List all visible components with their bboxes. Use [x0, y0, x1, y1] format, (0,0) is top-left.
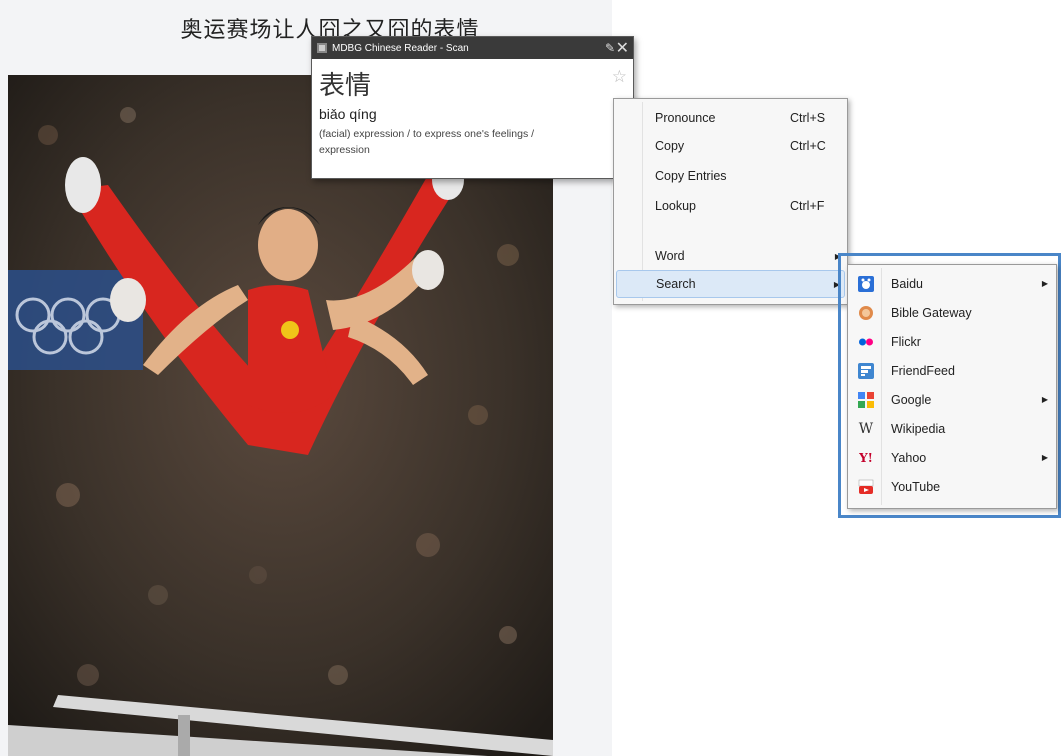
menu-item-lookup[interactable]: Lookup Ctrl+F: [616, 192, 845, 220]
baidu-icon: [858, 276, 874, 292]
submenu-item-flickr[interactable]: Flickr: [848, 327, 1056, 356]
submenu-item-bible-gateway[interactable]: Bible Gateway: [848, 298, 1056, 327]
chevron-right-icon: ▶: [1041, 279, 1048, 288]
friendfeed-icon: [858, 363, 874, 379]
close-icon[interactable]: ✕: [616, 38, 629, 57]
definition-line: expression: [319, 144, 370, 156]
submenu-item-label: Baidu: [891, 276, 923, 291]
menu-item-copy-entries[interactable]: Copy Entries: [616, 162, 845, 190]
flickr-icon: [858, 334, 874, 350]
star-icon[interactable]: ☆: [612, 67, 627, 87]
submenu-item-label: YouTube: [891, 479, 941, 494]
wikipedia-icon: W: [858, 421, 874, 437]
pinyin: biǎo qíng: [319, 106, 377, 122]
context-menu: Pronounce Ctrl+S Copy Ctrl+C Copy Entrie…: [613, 98, 848, 305]
headword: 表情: [319, 71, 372, 101]
chevron-right-icon: ▶: [1041, 453, 1048, 462]
menu-item-copy[interactable]: Copy Ctrl+C: [616, 132, 845, 160]
dictionary-popup[interactable]: MDBG Chinese Reader - Scan ✎ ✕ 表情 ☆ biǎo…: [311, 36, 634, 179]
bible-gateway-icon: [858, 305, 874, 321]
submenu-item-label: Google: [891, 392, 932, 407]
submenu-item-label: Yahoo: [891, 450, 927, 465]
submenu-item-baidu[interactable]: Baidu ▶: [848, 269, 1056, 298]
menu-item-label: Lookup: [655, 199, 697, 213]
yahoo-icon: Y!: [859, 451, 873, 465]
youtube-icon: [858, 479, 874, 495]
chevron-right-icon: ▶: [1041, 395, 1048, 404]
search-submenu: Baidu ▶ Bible Gateway Flickr FriendFeed …: [847, 264, 1057, 509]
popup-title: MDBG Chinese Reader - Scan: [332, 42, 469, 54]
menu-item-word[interactable]: Word ▶: [616, 242, 845, 270]
definition: (facial) expression / to express one's f…: [319, 126, 627, 158]
menu-item-search[interactable]: Search ▶: [616, 270, 845, 298]
app-icon: [316, 42, 328, 54]
submenu-item-friendfeed[interactable]: FriendFeed: [848, 356, 1056, 385]
menu-item-label: Copy: [655, 139, 685, 153]
popup-titlebar[interactable]: MDBG Chinese Reader - Scan ✎ ✕: [312, 37, 633, 59]
menu-item-shortcut: Ctrl+F: [790, 199, 825, 213]
submenu-item-label: Bible Gateway: [891, 305, 972, 320]
menu-item-label: Pronounce: [655, 111, 716, 125]
submenu-item-label: Flickr: [891, 334, 921, 349]
pin-icon[interactable]: ✎: [605, 41, 615, 55]
google-icon: [858, 392, 874, 408]
submenu-item-yahoo[interactable]: Y! Yahoo ▶: [848, 443, 1056, 472]
menu-item-label: Copy Entries: [655, 169, 727, 183]
definition-line: (facial) expression / to express one's f…: [319, 128, 535, 140]
submenu-item-google[interactable]: Google ▶: [848, 385, 1056, 414]
submenu-item-label: FriendFeed: [891, 363, 955, 378]
menu-item-label: Search: [656, 277, 696, 291]
menu-item-shortcut: Ctrl+S: [790, 111, 826, 125]
submenu-item-wikipedia[interactable]: W Wikipedia: [848, 414, 1056, 443]
menu-item-label: Word: [655, 249, 685, 263]
submenu-item-youtube[interactable]: YouTube: [848, 472, 1056, 501]
menu-item-pronounce[interactable]: Pronounce Ctrl+S: [616, 104, 845, 132]
menu-item-shortcut: Ctrl+C: [790, 139, 826, 153]
submenu-item-label: Wikipedia: [891, 421, 946, 436]
